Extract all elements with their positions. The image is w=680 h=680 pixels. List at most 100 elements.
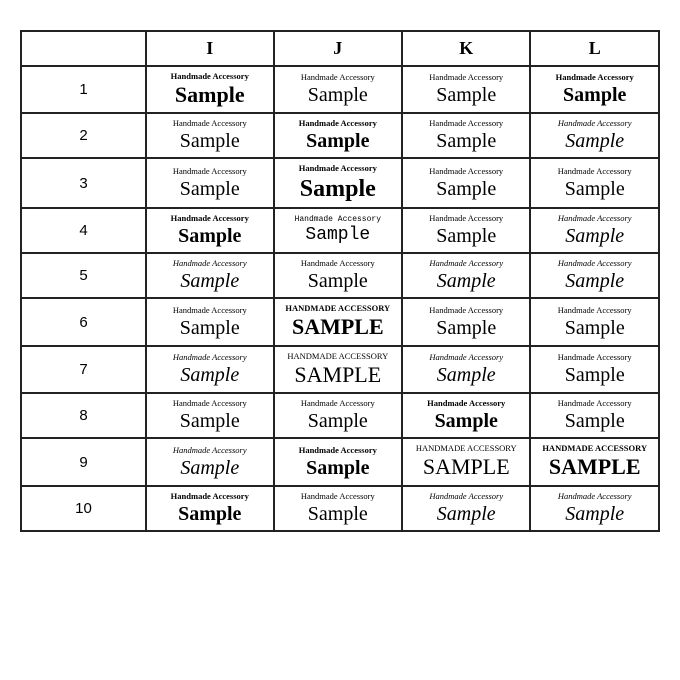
cell-label-bottom: Sample <box>278 225 399 247</box>
font-sample-cell: Handmade AccessorySample <box>402 346 530 393</box>
font-sample-cell: Handmade AccessorySample <box>402 158 530 208</box>
cell-label-top: Handmade Accessory <box>406 166 526 177</box>
cell-label-bottom: Sample <box>150 409 270 433</box>
header-col-J: J <box>274 31 403 66</box>
cell-label-top: Handmade Accessory <box>150 491 270 502</box>
font-sample-table: I J K L 1Handmade AccessorySampleHandmad… <box>20 30 660 532</box>
cell-label-bottom: Sample <box>278 269 399 293</box>
cell-label-bottom: Sample <box>150 502 270 526</box>
cell-label-bottom: Sample <box>150 82 270 108</box>
font-sample-cell: Handmade AccessorySample <box>146 113 274 158</box>
table-row: 1Handmade AccessorySampleHandmade Access… <box>21 66 659 113</box>
font-sample-cell: Handmade AccessorySample <box>274 253 403 298</box>
cell-label-top: Handmade Accessory <box>406 258 526 269</box>
font-sample-cell: Handmade AccessorySample <box>274 438 403 485</box>
header-empty <box>21 31 146 66</box>
cell-label-top: Handmade Accessory <box>406 118 526 129</box>
cell-label-bottom: Sample <box>278 83 399 107</box>
cell-label-bottom: Sample <box>406 363 526 387</box>
font-sample-cell: HANDMADE ACCESSORYSAMPLE <box>402 438 530 485</box>
cell-label-bottom: Sample <box>278 129 399 153</box>
cell-label-bottom: Sample <box>406 269 526 293</box>
font-sample-cell: Handmade AccessorySample <box>146 346 274 393</box>
font-sample-cell: Handmade AccessorySample <box>402 66 530 113</box>
cell-label-top: Handmade Accessory <box>150 213 270 224</box>
font-sample-cell: Handmade AccessorySample <box>530 298 659 345</box>
font-sample-cell: Handmade AccessorySample <box>402 298 530 345</box>
font-sample-cell: Handmade AccessorySample <box>530 486 659 531</box>
row-number: 6 <box>21 298 146 345</box>
cell-label-top: Handmade Accessory <box>534 118 655 129</box>
font-sample-cell: Handmade AccessorySample <box>146 158 274 208</box>
font-sample-cell: Handmade AccessorySample <box>530 438 659 485</box>
cell-label-bottom: Sample <box>534 363 655 387</box>
cell-label-top: Handmade Accessory <box>534 166 655 177</box>
cell-label-bottom: Sample <box>406 502 526 526</box>
cell-label-top: Handmade Accessory <box>150 258 270 269</box>
font-sample-cell: Handmade AccessorySample <box>402 393 530 438</box>
font-sample-cell: Handmade AccessorySample <box>530 253 659 298</box>
cell-label-bottom: Sample <box>534 502 655 526</box>
cell-label-bottom: Sample <box>150 316 270 340</box>
table-row: 10Handmade AccessorySampleHandmade Acces… <box>21 486 659 531</box>
cell-label-top: Handmade Accessory <box>150 71 270 82</box>
row-number: 10 <box>21 486 146 531</box>
header-col-I: I <box>146 31 274 66</box>
cell-label-bottom: SAMPLE <box>278 362 399 388</box>
cell-label-bottom: Sample <box>278 502 399 526</box>
cell-label-bottom: Sample <box>150 269 270 293</box>
cell-label-bottom: Sample <box>150 129 270 153</box>
font-sample-cell: Handmade AccessorySample <box>530 113 659 158</box>
cell-label-bottom: Sample <box>406 129 526 153</box>
cell-label-bottom: Sample <box>534 269 655 293</box>
row-number: 5 <box>21 253 146 298</box>
font-sample-cell: HANDMADE ACCESSORYSAMPLE <box>274 298 403 345</box>
cell-label-top: Handmade Accessory <box>534 352 655 363</box>
cell-label-top: Handmade Accessory <box>278 72 399 83</box>
font-sample-cell: Handmade AccessorySample <box>146 66 274 113</box>
font-sample-cell: Handmade AccessorySample <box>402 208 530 253</box>
cell-label-top: Handmade Accessory <box>534 72 655 83</box>
cell-label-top: Handmade Accessory <box>534 491 655 502</box>
font-sample-cell: Handmade AccessorySample <box>274 208 403 253</box>
table-row: 8Handmade AccessorySampleHandmade Access… <box>21 393 659 438</box>
cell-label-bottom: Sample <box>406 224 526 248</box>
row-number: 9 <box>21 438 146 485</box>
cell-label-bottom: Sample <box>278 175 399 204</box>
cell-label-bottom: Sample <box>534 177 655 201</box>
font-sample-cell: Handmade AccessorySample <box>530 66 659 113</box>
cell-label-bottom: Sample <box>406 177 526 201</box>
cell-label-top: Handmade Accessory <box>534 398 655 409</box>
font-sample-cell: Handmade AccessorySample <box>402 253 530 298</box>
cell-label-top: Handmade Accessory <box>534 258 655 269</box>
font-sample-cell: Handmade AccessorySample <box>274 486 403 531</box>
cell-label-bottom: Sample <box>534 409 655 433</box>
cell-label-bottom: Sample <box>150 363 270 387</box>
cell-label-top: Handmade Accessory <box>150 305 270 316</box>
cell-label-bottom: Sample <box>278 409 399 433</box>
cell-label-top: Handmade Accessory <box>278 445 399 456</box>
row-number: 7 <box>21 346 146 393</box>
cell-label-top: Handmade Accessory <box>406 213 526 224</box>
table-row: 5Handmade AccessorySampleHandmade Access… <box>21 253 659 298</box>
table-row: 9Handmade AccessorySampleHandmade Access… <box>21 438 659 485</box>
font-sample-cell: Handmade AccessorySample <box>274 66 403 113</box>
font-sample-cell: Handmade AccessorySample <box>146 393 274 438</box>
cell-label-top: Handmade Accessory <box>406 305 526 316</box>
row-number: 8 <box>21 393 146 438</box>
font-sample-cell: Handmade AccessorySample <box>530 393 659 438</box>
font-sample-cell: Handmade AccessorySample <box>274 113 403 158</box>
font-sample-cell: Handmade AccessorySample <box>146 438 274 485</box>
cell-label-bottom: Sample <box>534 454 655 480</box>
cell-label-top: HANDMADE ACCESSORY <box>278 351 399 362</box>
font-sample-cell: Handmade AccessorySample <box>530 158 659 208</box>
font-sample-cell: Handmade AccessorySample <box>530 208 659 253</box>
cell-label-top: Handmade Accessory <box>406 72 526 83</box>
cell-label-bottom: Sample <box>534 316 655 340</box>
cell-label-top: Handmade Accessory <box>534 305 655 316</box>
cell-label-top: HANDMADE ACCESSORY <box>278 303 399 314</box>
font-sample-cell: HANDMADE ACCESSORYSAMPLE <box>274 346 403 393</box>
header-col-K: K <box>402 31 530 66</box>
row-number: 4 <box>21 208 146 253</box>
cell-label-top: Handmade Accessory <box>278 398 399 409</box>
